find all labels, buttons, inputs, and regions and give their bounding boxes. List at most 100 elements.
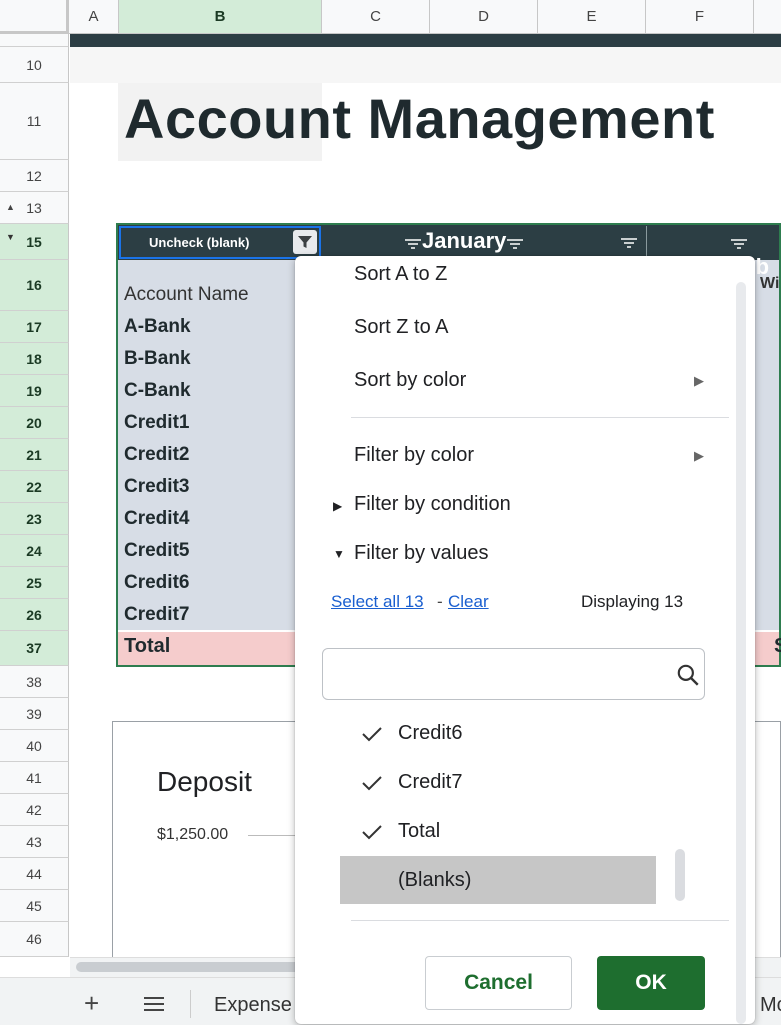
horizontal-scroll-thumb[interactable]	[76, 962, 306, 972]
row-header[interactable]: 38	[0, 666, 69, 698]
row-header[interactable]: 10	[0, 47, 69, 83]
column-label: D	[478, 8, 489, 25]
account-cell[interactable]: Credit3	[124, 476, 189, 498]
total-partial-cell: S	[774, 635, 781, 657]
filter-value-item[interactable]: Total	[398, 820, 440, 843]
row-header[interactable]: 25	[0, 567, 69, 599]
filter-funnel-icon	[298, 236, 312, 248]
column-header-f[interactable]: F	[646, 0, 754, 34]
displaying-count: Displaying 13	[581, 592, 684, 611]
row-header[interactable]: 45	[0, 890, 69, 922]
all-sheets-menu-icon[interactable]	[144, 996, 164, 1012]
submenu-arrow-icon: ▶	[694, 373, 704, 388]
clear-link[interactable]: Clear	[448, 592, 489, 612]
select-all-link[interactable]: Select all 13	[331, 592, 424, 612]
account-cell[interactable]: Credit6	[124, 572, 189, 594]
account-cell[interactable]: Credit5	[124, 540, 189, 562]
ok-button[interactable]: OK	[597, 956, 705, 1010]
row-header[interactable]: 19	[0, 375, 69, 407]
header-band	[70, 34, 781, 47]
row-header[interactable]: 16	[0, 260, 69, 311]
filter-value-item-highlighted[interactable]	[340, 856, 656, 904]
row-header[interactable]: 23	[0, 503, 69, 535]
filter-by-condition-item[interactable]: Filter by condition	[354, 493, 511, 516]
checkmark-icon[interactable]	[361, 824, 383, 840]
expanded-down-icon[interactable]: ▼	[333, 547, 345, 561]
row-header[interactable]: 44	[0, 858, 69, 890]
row-header[interactable]: 21	[0, 439, 69, 471]
row-header[interactable]: 20	[0, 407, 69, 439]
column-label: B	[214, 8, 226, 25]
row-header[interactable]: 39	[0, 698, 69, 730]
total-cell[interactable]: Total	[124, 635, 170, 658]
sort-a-to-z-item[interactable]: Sort A to Z	[354, 263, 447, 286]
column-header-c[interactable]: C	[322, 0, 430, 34]
row-header[interactable]: 46	[0, 922, 69, 957]
filter-lines-icon	[405, 239, 421, 249]
row-header[interactable]: 22	[0, 471, 69, 503]
row-header[interactable]: 37	[0, 631, 69, 666]
row-header[interactable]: 17	[0, 311, 69, 343]
checkmark-icon[interactable]	[361, 775, 383, 791]
filter-lines-icon	[731, 239, 747, 249]
chart-gridline	[248, 835, 296, 836]
menu-scrollbar[interactable]	[736, 282, 746, 1024]
filter-by-values-item[interactable]: Filter by values	[354, 542, 489, 565]
row-header[interactable]: ▼ 15	[0, 224, 69, 260]
filter-value-item[interactable]: (Blanks)	[398, 869, 471, 892]
filter-value-item[interactable]: Credit7	[398, 771, 462, 794]
account-cell[interactable]: Credit7	[124, 604, 189, 626]
column-header-d[interactable]: D	[430, 0, 538, 34]
row-header[interactable]: 26	[0, 599, 69, 631]
column-header-a[interactable]: A	[69, 0, 119, 34]
filter-search-input[interactable]	[322, 648, 705, 700]
row-header[interactable]: 12	[0, 160, 69, 192]
link-separator: -	[437, 592, 443, 611]
row-header[interactable]: 40	[0, 730, 69, 762]
search-icon[interactable]	[675, 662, 701, 688]
row-header[interactable]: 11	[0, 83, 69, 160]
column-header-g[interactable]	[754, 0, 781, 34]
sheet-tab-next[interactable]: Mc	[760, 994, 781, 1017]
column-label: E	[586, 8, 597, 25]
expand-up-icon[interactable]: ▲	[6, 202, 15, 212]
submenu-arrow-icon: ▶	[694, 448, 704, 463]
select-all-corner[interactable]	[0, 0, 69, 34]
column-label: F	[694, 8, 705, 25]
sheet-tab-expense[interactable]: Expense	[214, 994, 292, 1017]
column-filter-icon[interactable]	[620, 236, 638, 250]
row-header[interactable]: ▲ 13	[0, 192, 69, 224]
row-header[interactable]: 42	[0, 794, 69, 826]
row-header[interactable]: 41	[0, 762, 69, 794]
account-cell[interactable]: B-Bank	[124, 348, 191, 370]
filter-header-cell[interactable]: Uncheck (blank)	[119, 226, 321, 259]
sort-by-color-item[interactable]: Sort by color	[354, 369, 466, 392]
checkmark-icon[interactable]	[361, 726, 383, 742]
account-cell[interactable]: Credit4	[124, 508, 189, 530]
filter-button[interactable]	[293, 230, 317, 254]
account-cell[interactable]: A-Bank	[124, 316, 191, 338]
row-header[interactable]: 43	[0, 826, 69, 858]
collapse-down-icon[interactable]: ▼	[6, 232, 15, 242]
account-cell[interactable]: C-Bank	[124, 380, 191, 402]
filter-lines-icon	[507, 239, 524, 249]
expand-right-icon[interactable]: ▶	[333, 499, 342, 513]
row-header[interactable]: 24	[0, 535, 69, 567]
filter-value-item[interactable]: Credit6	[398, 722, 462, 745]
column-header-e[interactable]: E	[538, 0, 646, 34]
month-header-january: January	[404, 228, 524, 254]
cancel-button[interactable]: Cancel	[425, 956, 572, 1010]
account-cell[interactable]: Credit2	[124, 444, 189, 466]
row-header[interactable]: 18	[0, 343, 69, 375]
column-header-b[interactable]: B	[119, 0, 322, 34]
tab-divider	[190, 990, 191, 1018]
account-name-header: Account Name	[124, 284, 249, 305]
values-list-scrollbar[interactable]	[675, 849, 685, 901]
sort-z-to-a-item[interactable]: Sort Z to A	[354, 316, 448, 339]
wi-header: Wi	[760, 275, 780, 292]
add-sheet-button[interactable]: +	[84, 990, 99, 1016]
filter-by-color-item[interactable]: Filter by color	[354, 444, 474, 467]
column-label: C	[370, 8, 381, 25]
account-cell[interactable]: Credit1	[124, 412, 189, 434]
column-label: A	[88, 8, 99, 25]
